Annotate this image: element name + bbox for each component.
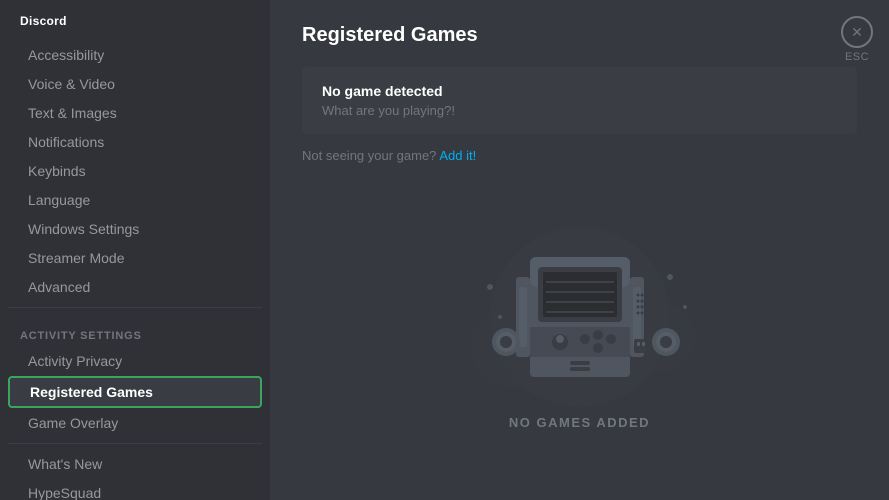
page-title: Registered Games: [302, 24, 857, 47]
sidebar-item-activity-privacy[interactable]: Activity Privacy: [8, 347, 262, 375]
sidebar-item-notifications[interactable]: Notifications: [8, 128, 262, 156]
sidebar-item-streamer-mode[interactable]: Streamer Mode: [8, 244, 262, 272]
sidebar-item-accessibility[interactable]: Accessibility: [8, 41, 262, 69]
sidebar-item-text-images[interactable]: Text & Images: [8, 99, 262, 127]
sidebar-item-hypesquad[interactable]: HypeSquad: [8, 479, 262, 500]
sidebar-item-keybinds[interactable]: Keybinds: [8, 157, 262, 185]
activity-section-label: ACTIVITY SETTINGS: [0, 314, 270, 346]
sidebar-item-whats-new[interactable]: What's New: [8, 450, 262, 478]
sidebar-item-voice-video[interactable]: Voice & Video: [8, 70, 262, 98]
main-content: Registered Games No game detected What a…: [270, 0, 889, 500]
sidebar-item-windows-settings[interactable]: Windows Settings: [8, 215, 262, 243]
esc-symbol: ✕: [851, 24, 863, 41]
no-games-label: NO GAMES ADDED: [509, 415, 650, 430]
sidebar-item-game-overlay[interactable]: Game Overlay: [8, 409, 262, 437]
no-game-subtitle: What are you playing?!: [322, 103, 837, 118]
sidebar-item-language[interactable]: Language: [8, 186, 262, 214]
divider: [8, 307, 262, 308]
esc-label: ESC: [845, 51, 869, 63]
sidebar-item-registered-games[interactable]: Registered Games: [8, 376, 262, 408]
no-game-box: No game detected What are you playing?!: [302, 67, 857, 134]
no-game-title: No game detected: [322, 83, 837, 99]
esc-button[interactable]: ✕ ESC: [841, 16, 873, 63]
sidebar-item-advanced[interactable]: Advanced: [8, 273, 262, 301]
illustration-area: NO GAMES ADDED: [302, 187, 857, 430]
divider-2: [8, 443, 262, 444]
sidebar: Discord Accessibility Voice & Video Text…: [0, 0, 270, 500]
not-seeing-text: Not seeing your game? Add it!: [302, 148, 857, 163]
arcade-illustration: [430, 187, 730, 407]
add-it-link[interactable]: Add it!: [439, 148, 476, 163]
app-title: Discord: [0, 8, 270, 40]
esc-circle[interactable]: ✕: [841, 16, 873, 48]
